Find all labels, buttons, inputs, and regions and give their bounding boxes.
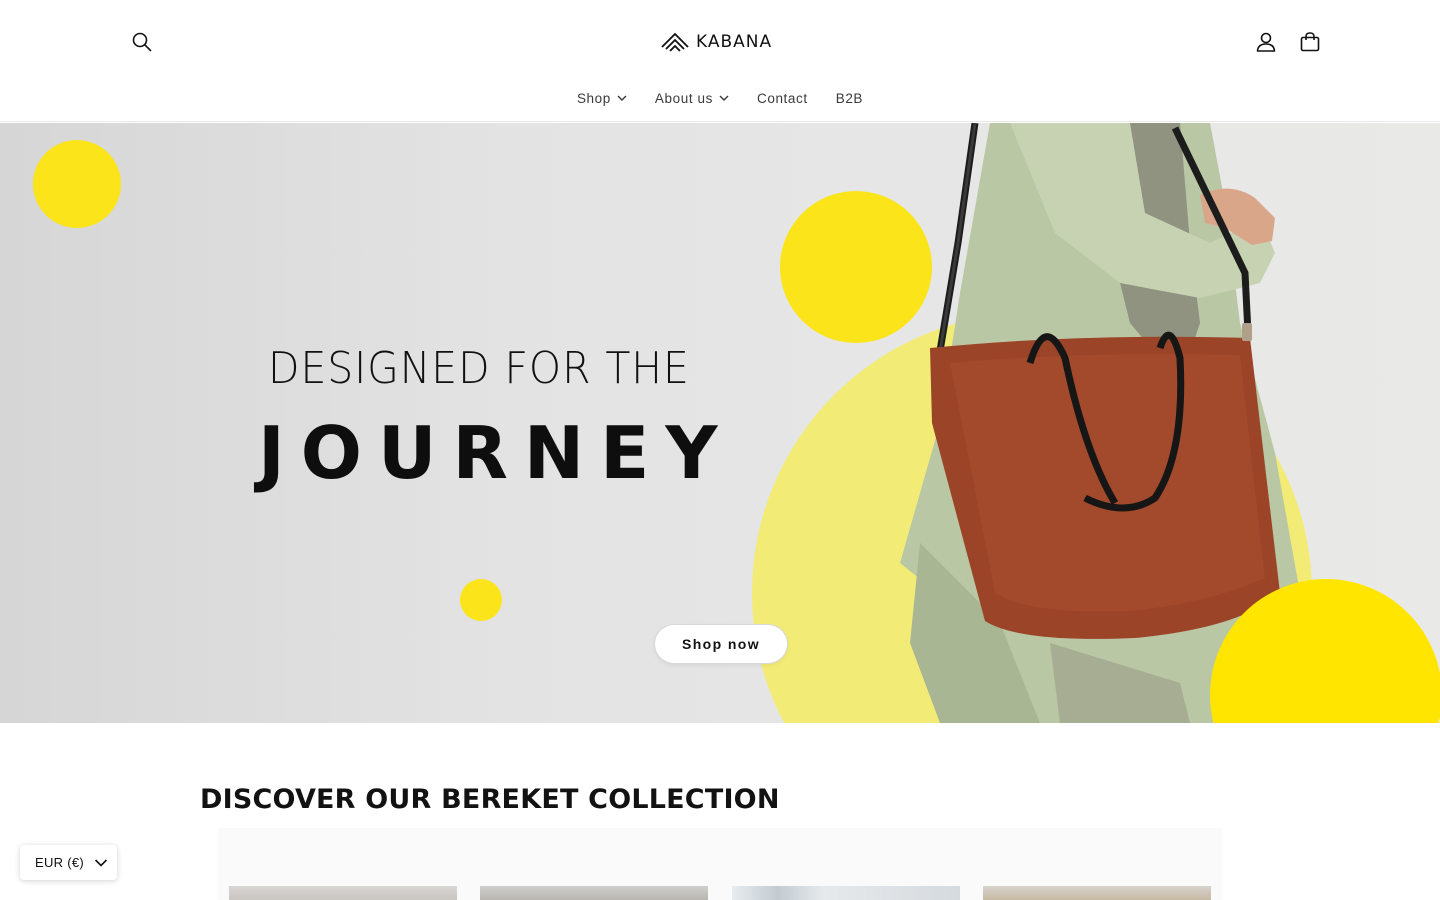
shop-now-button[interactable]: Shop now (655, 625, 787, 663)
search-icon (132, 32, 152, 52)
currency-selected-value: EUR (€) (35, 855, 85, 870)
chevron-down-icon (94, 858, 108, 867)
nav-item-shop[interactable]: Shop (563, 78, 641, 118)
chevron-down-icon (719, 95, 729, 101)
product-card[interactable] (732, 886, 960, 900)
search-button[interactable] (122, 22, 162, 62)
collection-heading: DISCOVER OUR BEREKET COLLECTION (200, 784, 780, 815)
decor-circle-small (460, 579, 502, 621)
nav-item-contact[interactable]: Contact (743, 78, 822, 118)
chevron-down-icon (617, 95, 627, 101)
nav-item-label: Contact (756, 90, 808, 106)
hero-banner: DESIGNED FOR THE JOURNEY Shop now (0, 123, 1440, 723)
hero-heading-line1: DESIGNED FOR THE (268, 343, 690, 394)
account-button[interactable] (1246, 22, 1286, 62)
cart-button[interactable] (1290, 22, 1330, 62)
nav-item-label: B2B (835, 90, 864, 106)
product-card[interactable] (229, 886, 457, 900)
cart-icon (1300, 32, 1320, 52)
kabana-logo-icon (661, 32, 689, 52)
site-logo[interactable]: KABANA (660, 26, 784, 58)
product-card[interactable] (480, 886, 708, 900)
site-header: KABANA Shop About us Contact B2B (0, 0, 1440, 122)
nav-item-label: Shop (576, 90, 611, 106)
nav-item-b2b[interactable]: B2B (822, 78, 877, 118)
logo-text: KABANA (696, 32, 773, 52)
nav-item-about-us[interactable]: About us (641, 78, 743, 118)
main-nav: Shop About us Contact B2B (0, 78, 1440, 118)
currency-selector[interactable]: EUR (€) (20, 845, 117, 880)
decor-circle (33, 140, 121, 228)
product-card[interactable] (983, 886, 1211, 900)
nav-item-label: About us (654, 90, 713, 106)
account-icon (1256, 32, 1276, 52)
hero-heading-line2: JOURNEY (258, 411, 734, 495)
